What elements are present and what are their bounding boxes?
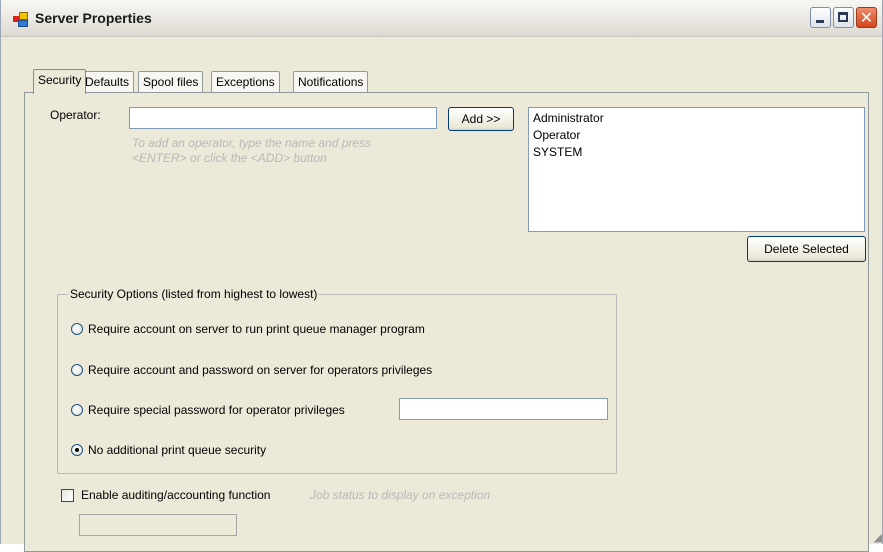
minimize-button[interactable] bbox=[810, 7, 831, 28]
tab-spool-files[interactable]: Spool files bbox=[138, 71, 204, 93]
option-label[interactable]: No additional print queue security bbox=[88, 443, 266, 457]
operator-hint: To add an operator, type the name and pr… bbox=[132, 136, 371, 166]
close-icon: ✕ bbox=[859, 8, 874, 27]
operator-input[interactable] bbox=[129, 107, 437, 129]
auditing-label[interactable]: Enable auditing/accounting function bbox=[81, 488, 270, 502]
security-tab-page: Operator: To add an operator, type the n… bbox=[24, 92, 869, 552]
window-title: Server Properties bbox=[35, 10, 152, 26]
tab-label: Spool files bbox=[143, 75, 199, 89]
job-status-input bbox=[79, 514, 237, 536]
tab-defaults[interactable]: Defaults bbox=[80, 71, 135, 93]
option-label[interactable]: Require special password for operator pr… bbox=[88, 403, 345, 417]
title-bar[interactable]: Server Properties ✕ bbox=[1, 0, 882, 37]
tab-label: Defaults bbox=[85, 75, 130, 89]
app-window-icon bbox=[13, 12, 29, 28]
auditing-checkbox[interactable] bbox=[61, 489, 74, 502]
operator-hint-line1: To add an operator, type the name and pr… bbox=[132, 136, 372, 150]
special-password-input[interactable] bbox=[399, 398, 608, 420]
maximize-button[interactable] bbox=[833, 7, 854, 28]
list-item[interactable]: Administrator bbox=[533, 110, 860, 127]
job-status-hint: Job status to display on exception bbox=[310, 488, 491, 502]
list-item[interactable]: SYSTEM bbox=[533, 144, 860, 161]
maximize-icon bbox=[838, 12, 848, 22]
tab-exceptions[interactable]: Exceptions bbox=[211, 71, 280, 93]
tab-label: Notifications bbox=[298, 75, 364, 89]
minimize-icon bbox=[816, 20, 824, 23]
delete-selected-button[interactable]: Delete Selected bbox=[747, 236, 866, 262]
operator-label: Operator: bbox=[50, 108, 101, 122]
option-label[interactable]: Require account and password on server f… bbox=[88, 363, 432, 377]
option-radio-account-run[interactable] bbox=[71, 323, 83, 335]
option-radio-no-security[interactable] bbox=[71, 444, 83, 456]
tab-label: Security bbox=[38, 73, 82, 87]
security-options-group: Security Options (listed from highest to… bbox=[57, 287, 617, 474]
server-properties-window: Server Properties ✕ Security Defaults Sp… bbox=[0, 0, 883, 552]
operators-listbox[interactable]: Administrator Operator SYSTEM bbox=[528, 107, 865, 232]
tab-notifications[interactable]: Notifications bbox=[293, 71, 369, 93]
add-operator-button[interactable]: Add >> bbox=[448, 107, 514, 131]
list-item[interactable]: Operator bbox=[533, 127, 860, 144]
option-radio-account-password[interactable] bbox=[71, 364, 83, 376]
client-area: Security Defaults Spool files Exceptions… bbox=[9, 50, 876, 552]
close-button[interactable]: ✕ bbox=[856, 7, 877, 28]
resize-grip-icon[interactable]: ◢ bbox=[874, 531, 882, 544]
tab-label: Exceptions bbox=[216, 75, 275, 89]
operator-hint-line2: <ENTER> or click the <ADD> button bbox=[132, 151, 327, 165]
security-options-title: Security Options (listed from highest to… bbox=[68, 287, 320, 301]
option-radio-special-password[interactable] bbox=[71, 404, 83, 416]
option-label[interactable]: Require account on server to run print q… bbox=[88, 322, 425, 336]
tab-security[interactable]: Security bbox=[33, 69, 87, 94]
